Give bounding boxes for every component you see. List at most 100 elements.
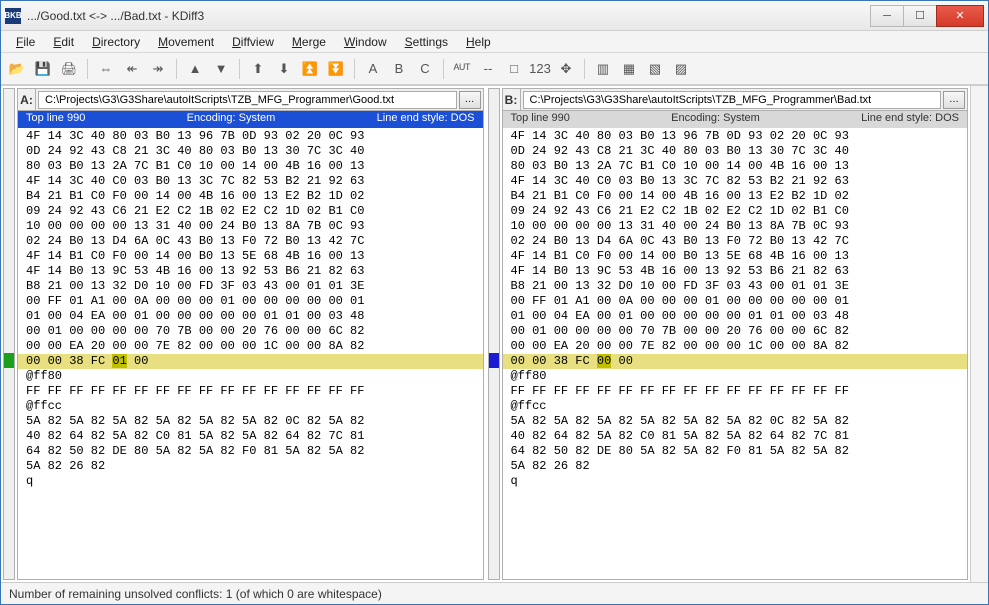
gutter-spacer	[4, 89, 14, 128]
code-line: @ffcc	[18, 399, 483, 414]
code-line: FF FF FF FF FF FF FF FF FF FF FF FF FF F…	[503, 384, 968, 399]
toolbar-up-double[interactable]: ⏫	[298, 57, 322, 81]
gutter-marker	[4, 338, 14, 353]
toolbar-prev-diff[interactable]: ↞	[120, 57, 144, 81]
menu-merge[interactable]: Merge	[283, 32, 335, 52]
gutter-marker	[489, 413, 499, 428]
code-line: B4 21 B1 C0 F0 00 14 00 4B 16 00 13 E2 B…	[18, 189, 483, 204]
pane-b-browse-button[interactable]: …	[943, 91, 965, 109]
menu-settings[interactable]: Settings	[396, 32, 457, 52]
code-line: 00 FF 01 A1 00 0A 00 00 00 01 00 00 00 0…	[18, 294, 483, 309]
toolbar-join[interactable]: ✥	[554, 57, 578, 81]
menubar: FileEditDirectoryMovementDiffviewMergeWi…	[1, 31, 988, 53]
gutter-marker	[4, 398, 14, 413]
toolbar-123[interactable]: 123	[528, 57, 552, 81]
toolbar-align1[interactable]: ▥	[591, 57, 615, 81]
toolbar: 📂💾🖨 ⇔↞↠ ▲▼ ⬆⬇⏫⏬ ABCᴬᵁᵀ--□123✥ ▥▦▧▨	[1, 53, 988, 85]
toolbar-choose-a[interactable]: A	[361, 57, 385, 81]
code-line: 5A 82 5A 82 5A 82 5A 82 5A 82 5A 82 0C 8…	[503, 414, 968, 429]
toolbar-print[interactable]: 🖨	[57, 57, 81, 81]
menu-movement[interactable]: Movement	[149, 32, 223, 52]
toolbar-auto[interactable]: ᴬᵁᵀ	[450, 57, 474, 81]
code-line: 10 00 00 00 00 13 31 40 00 24 B0 13 8A 7…	[503, 219, 968, 234]
code-line: 5A 82 5A 82 5A 82 5A 82 5A 82 5A 82 0C 8…	[18, 414, 483, 429]
toolbar-separator	[354, 59, 355, 79]
toolbar-align2[interactable]: ▦	[617, 57, 641, 81]
toolbar-choose-b[interactable]: B	[387, 57, 411, 81]
toolbar-align3[interactable]: ▧	[643, 57, 667, 81]
gutter-marker	[489, 218, 499, 233]
code-line: @ff80	[503, 369, 968, 384]
gutter-marker	[4, 128, 14, 143]
code-line: 4F 14 3C 40 C0 03 B0 13 3C 7C 82 53 B2 2…	[503, 174, 968, 189]
toolbar-prev-conflict[interactable]: ▲	[183, 57, 207, 81]
gutter-marker	[489, 158, 499, 173]
gutter-marker	[489, 458, 499, 473]
code-line: B8 21 00 13 32 D0 10 00 FD 3F 03 43 00 0…	[503, 279, 968, 294]
code-line: 10 00 00 00 00 13 31 40 00 24 B0 13 8A 7…	[18, 219, 483, 234]
maximize-button[interactable]: ☐	[903, 5, 937, 27]
pane-a-path[interactable]: C:\Projects\G3\G3Share\autoItScripts\TZB…	[38, 91, 457, 109]
pane-a-topline: Top line 990	[18, 111, 93, 128]
code-line: 5A 82 26 82	[18, 459, 483, 474]
code-line: 00 00 38 FC 01 00	[18, 354, 483, 369]
code-line: B8 21 00 13 32 D0 10 00 FD 3F 03 43 00 0…	[18, 279, 483, 294]
code-line: 4F 14 3C 40 80 03 B0 13 96 7B 0D 93 02 2…	[18, 129, 483, 144]
toolbar-save[interactable]: 💾	[31, 57, 55, 81]
pane-a-browse-button[interactable]: …	[459, 91, 481, 109]
code-line: @ff80	[18, 369, 483, 384]
menu-directory[interactable]: Directory	[83, 32, 149, 52]
gutter-marker	[4, 188, 14, 203]
pane-b-path[interactable]: C:\Projects\G3\G3Share\autoItScripts\TZB…	[523, 91, 942, 109]
work-area: A: C:\Projects\G3\G3Share\autoItScripts\…	[1, 85, 988, 582]
close-button[interactable]: ✕	[936, 5, 984, 27]
app-icon: BKB	[5, 8, 21, 24]
gutter-marker	[489, 428, 499, 443]
code-line: 02 24 B0 13 D4 6A 0C 43 B0 13 F0 72 B0 1…	[18, 234, 483, 249]
pane-a-lineend: Line end style: DOS	[369, 111, 483, 128]
toolbar-goto-current[interactable]: ⇔	[94, 57, 118, 81]
gutter-marker	[489, 308, 499, 323]
toolbar-choose-c[interactable]: C	[413, 57, 437, 81]
gutter-marker	[4, 473, 14, 488]
pane-b-content[interactable]: 4F 14 3C 40 80 03 B0 13 96 7B 0D 93 02 2…	[503, 128, 968, 579]
code-line: 40 82 64 82 5A 82 C0 81 5A 82 5A 82 64 8…	[18, 429, 483, 444]
gutter-marker	[4, 173, 14, 188]
toolbar-square[interactable]: □	[502, 57, 526, 81]
pane-a-content[interactable]: 4F 14 3C 40 80 03 B0 13 96 7B 0D 93 02 2…	[18, 128, 483, 579]
toolbar-split[interactable]: --	[476, 57, 500, 81]
toolbar-separator	[87, 59, 88, 79]
code-line: 80 03 B0 13 2A 7C B1 C0 10 00 14 00 4B 1…	[503, 159, 968, 174]
gutter-marker	[4, 233, 14, 248]
gutter-marker	[4, 218, 14, 233]
menu-help[interactable]: Help	[457, 32, 500, 52]
gutter-marker	[4, 353, 14, 368]
gutter-marker	[489, 203, 499, 218]
toolbar-down-delta[interactable]: ⬇	[272, 57, 296, 81]
toolbar-align4[interactable]: ▨	[669, 57, 693, 81]
gutter-marker	[4, 383, 14, 398]
minimize-button[interactable]: ─	[870, 5, 904, 27]
gutter-b	[488, 88, 500, 580]
code-line: 4F 14 B1 C0 F0 00 14 00 B0 13 5E 68 4B 1…	[503, 249, 968, 264]
pane-b-encoding: Encoding: System	[578, 111, 853, 128]
menu-edit[interactable]: Edit	[44, 32, 83, 52]
toolbar-up-delta[interactable]: ⬆	[246, 57, 270, 81]
pane-a: A: C:\Projects\G3\G3Share\autoItScripts\…	[17, 88, 484, 580]
code-line: 64 82 50 82 DE 80 5A 82 5A 82 F0 81 5A 8…	[18, 444, 483, 459]
code-line: q	[503, 474, 968, 489]
menu-file[interactable]: File	[7, 32, 44, 52]
pane-a-header: A: C:\Projects\G3\G3Share\autoItScripts\…	[18, 89, 483, 111]
toolbar-next-diff[interactable]: ↠	[146, 57, 170, 81]
code-line: 4F 14 B0 13 9C 53 4B 16 00 13 92 53 B6 2…	[18, 264, 483, 279]
toolbar-open[interactable]: 📂	[5, 57, 29, 81]
gutter-marker	[489, 188, 499, 203]
overview-strip[interactable]	[970, 86, 988, 582]
code-line: 4F 14 B0 13 9C 53 4B 16 00 13 92 53 B6 2…	[503, 264, 968, 279]
toolbar-next-conflict[interactable]: ▼	[209, 57, 233, 81]
toolbar-down-double[interactable]: ⏬	[324, 57, 348, 81]
menu-window[interactable]: Window	[335, 32, 396, 52]
gutter-marker	[489, 263, 499, 278]
menu-diffview[interactable]: Diffview	[223, 32, 283, 52]
gutter-marker	[4, 308, 14, 323]
